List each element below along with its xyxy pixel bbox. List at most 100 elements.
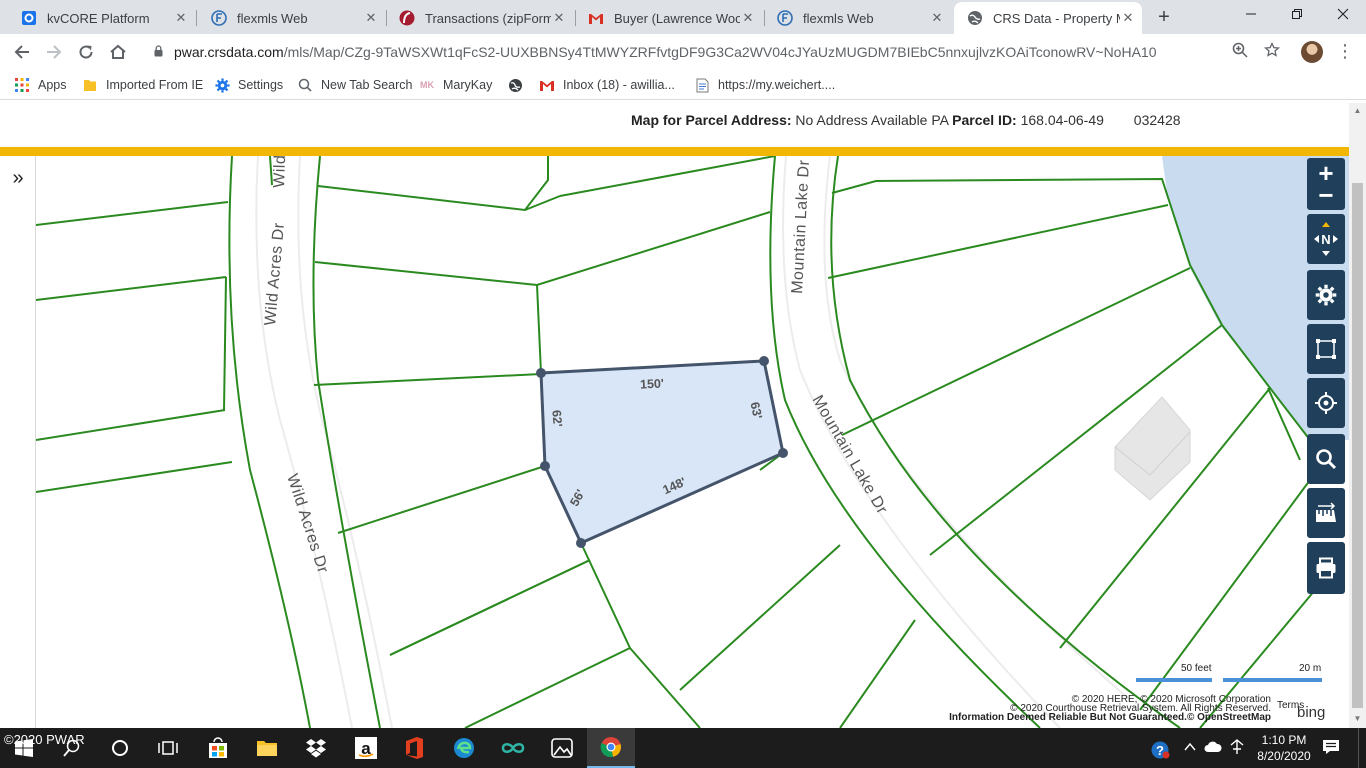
scale-feet-bar: [1136, 678, 1212, 682]
store-icon: [209, 737, 227, 758]
tab-flexmls-2[interactable]: flexmls Web ✕: [764, 2, 951, 34]
action-center-icon[interactable]: [1322, 739, 1340, 757]
parcel-vertex[interactable]: [576, 538, 586, 548]
parcel-vertex[interactable]: [778, 448, 788, 458]
cortana-button[interactable]: [96, 728, 144, 768]
tab-strip: kvCORE Platform ✕ flexmls Web ✕ Transact…: [0, 0, 1366, 34]
parcel-extra-id: 032428: [1133, 112, 1181, 128]
taskbar-photos[interactable]: [538, 728, 586, 768]
edge-icon: [454, 738, 474, 758]
profile-avatar[interactable]: [1301, 41, 1323, 63]
map-search-button[interactable]: [1307, 434, 1345, 484]
close-window-button[interactable]: [1320, 0, 1366, 30]
taskbar-chrome[interactable]: [587, 728, 635, 768]
bookmark-settings[interactable]: Settings: [214, 76, 283, 94]
close-icon[interactable]: ✕: [1120, 10, 1136, 26]
parcel-id: 168.04-06-49: [1020, 112, 1104, 128]
new-tab-button[interactable]: +: [1152, 5, 1176, 29]
bookmark-marykay[interactable]: MK MaryKay: [419, 76, 492, 94]
lock-icon: [154, 45, 163, 57]
taskbar-infinity-app[interactable]: [489, 728, 537, 768]
home-button[interactable]: [104, 38, 132, 66]
system-clock[interactable]: 1:10 PM 8/20/2020: [1252, 732, 1316, 764]
office-icon: [406, 737, 423, 759]
tab-flexmls-1[interactable]: flexmls Web ✕: [198, 2, 385, 34]
bookmarks-bar: Apps Imported From IE Settings New Tab S…: [0, 70, 1366, 100]
taskbar-dropbox[interactable]: [292, 728, 340, 768]
parcel-map[interactable]: 150' 63' 148' 56' 62' Wild Acres Dr Wild…: [36, 156, 1349, 728]
tab-gmail-buyer[interactable]: Buyer (Lawrence Wood ✕: [575, 2, 762, 34]
settings-button[interactable]: [1307, 270, 1345, 320]
bookmark-star-icon[interactable]: [1262, 41, 1282, 62]
page-scrollbar[interactable]: ▲ ▼: [1349, 103, 1366, 728]
parcel-vertex[interactable]: [759, 356, 769, 366]
kvcore-icon: [20, 9, 38, 27]
onedrive-cloud-icon[interactable]: [1204, 739, 1222, 757]
parcel-id-label: Parcel ID:: [952, 112, 1017, 128]
chevron-up-icon[interactable]: [1181, 739, 1199, 757]
road-label-wild-acres-south: Wild Acres Dr: [283, 472, 331, 576]
tab-transactions[interactable]: Transactions (zipForm E ✕: [386, 2, 573, 34]
browser-menu-icon[interactable]: ⋮: [1336, 40, 1354, 64]
tab-label: kvCORE Platform: [47, 10, 150, 26]
minimize-button[interactable]: [1228, 0, 1274, 30]
tab-label: CRS Data - Property M: [993, 10, 1120, 26]
zoom-icon[interactable]: [1230, 42, 1250, 62]
parcel-address-label: Map for Parcel Address:: [631, 112, 792, 128]
forward-button[interactable]: [40, 38, 68, 66]
road-label-mountain-lake-north: Mountain Lake Dr: [789, 159, 813, 294]
marykay-icon: MK: [420, 80, 434, 90]
task-view-button[interactable]: [144, 728, 192, 768]
bookmark-label: Imported From IE: [106, 78, 204, 92]
tab-crs-data[interactable]: CRS Data - Property M ✕: [954, 2, 1142, 34]
bookmark-new-tab-search[interactable]: New Tab Search: [297, 76, 413, 94]
show-desktop-button[interactable]: [1358, 728, 1366, 768]
taskbar-office[interactable]: [390, 728, 438, 768]
photos-icon: [551, 738, 573, 758]
taskbar-store[interactable]: [194, 728, 242, 768]
taskbar-file-explorer[interactable]: [243, 728, 291, 768]
reload-button[interactable]: [72, 38, 100, 66]
taskbar-amazon[interactable]: a: [342, 728, 390, 768]
scale-feet-label: 50 feet: [1181, 663, 1212, 674]
road-label-wild-partial: Wild: [271, 156, 289, 188]
parcel-vertex[interactable]: [540, 461, 550, 471]
scroll-thumb[interactable]: [1352, 183, 1363, 708]
scroll-up-icon[interactable]: ▲: [1353, 106, 1362, 115]
taskbar-edge[interactable]: [440, 728, 488, 768]
zoom-out-button[interactable]: −: [1318, 182, 1333, 208]
expand-panel-icon[interactable]: »: [8, 168, 28, 188]
close-icon[interactable]: ✕: [929, 10, 945, 26]
dimension-label: 62': [549, 409, 564, 427]
restore-button[interactable]: [1274, 0, 1320, 30]
close-icon[interactable]: ✕: [363, 10, 379, 26]
locate-button[interactable]: [1307, 378, 1345, 428]
tab-kvcore[interactable]: kvCORE Platform ✕: [8, 2, 195, 34]
bookmark-inbox[interactable]: Inbox (18) - awillia...: [539, 76, 675, 94]
close-icon[interactable]: ✕: [551, 10, 567, 26]
browser-toolbar: pwar.crsdata.com/mls/Map/CZg-9TaWSXWt1qF…: [0, 34, 1366, 70]
scroll-down-icon[interactable]: ▼: [1353, 714, 1362, 723]
help-tray-icon[interactable]: ?: [1150, 740, 1170, 759]
bookmark-label: Settings: [238, 78, 284, 92]
back-button[interactable]: [8, 38, 36, 66]
select-area-icon: [1316, 339, 1336, 359]
road-label-wild-acres-north: Wild Acres Dr: [262, 222, 288, 327]
bookmark-imported-from-ie[interactable]: Imported From IE: [82, 76, 203, 94]
map-canvas[interactable]: 150' 63' 148' 56' 62' Wild Acres Dr Wild…: [36, 156, 1349, 728]
bookmark-apps[interactable]: Apps: [14, 76, 67, 94]
bing-logo: bing: [1297, 704, 1326, 721]
close-icon[interactable]: ✕: [740, 10, 756, 26]
address-bar[interactable]: pwar.crsdata.com/mls/Map/CZg-9TaWSXWt1qF…: [140, 37, 1290, 67]
bookmark-globe[interactable]: [507, 76, 531, 94]
parcel-vertex[interactable]: [536, 368, 546, 378]
compass-button[interactable]: N: [1307, 214, 1345, 264]
network-icon[interactable]: [1228, 739, 1246, 757]
select-area-button[interactable]: [1307, 324, 1345, 374]
print-button[interactable]: [1307, 542, 1345, 594]
close-icon[interactable]: ✕: [173, 10, 189, 26]
dimension-label: 150': [640, 376, 665, 391]
bookmark-weichert[interactable]: https://my.weichert....: [694, 76, 835, 94]
ruler-icon: [1316, 502, 1336, 522]
measure-button[interactable]: [1307, 488, 1345, 538]
